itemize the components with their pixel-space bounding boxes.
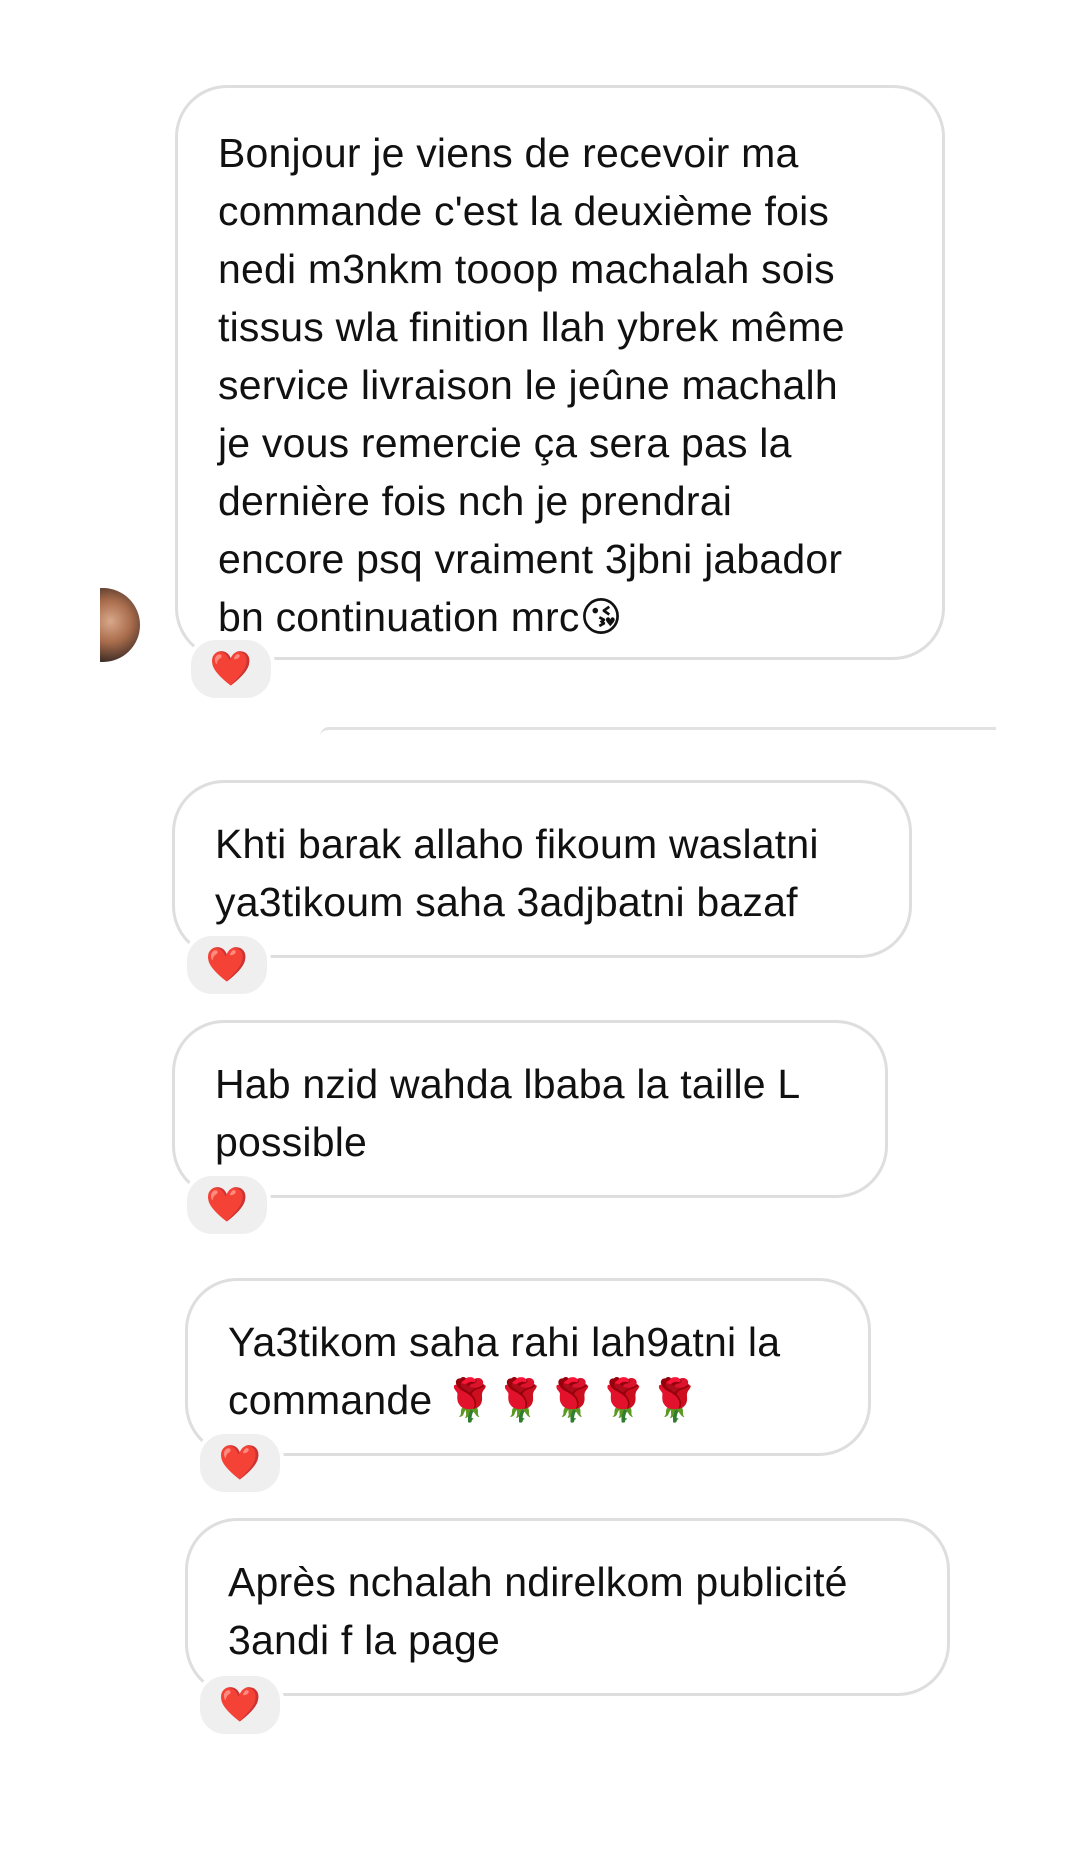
reaction-heart-5[interactable]: ❤️ xyxy=(196,1672,284,1738)
message-bubble-4[interactable]: Ya3tikom saha rahi lah9atni la commande … xyxy=(185,1278,871,1456)
heart-icon: ❤️ xyxy=(205,945,249,985)
reaction-heart-1[interactable]: ❤️ xyxy=(187,636,275,702)
heart-icon: ❤️ xyxy=(205,1185,249,1225)
reaction-heart-4[interactable]: ❤️ xyxy=(196,1430,284,1496)
reaction-heart-2[interactable]: ❤️ xyxy=(183,932,271,998)
reaction-heart-3[interactable]: ❤️ xyxy=(183,1172,271,1238)
heart-icon: ❤️ xyxy=(218,1443,262,1483)
conversation-divider xyxy=(320,727,996,736)
message-bubble-2[interactable]: Khti barak allaho fikoum waslatni ya3tik… xyxy=(172,780,912,958)
avatar-image xyxy=(100,588,140,662)
heart-icon: ❤️ xyxy=(209,649,253,689)
message-bubble-3[interactable]: Hab nzid wahda lbaba la taille L possibl… xyxy=(172,1020,888,1198)
sender-avatar[interactable] xyxy=(100,588,140,662)
message-bubble-5[interactable]: Après nchalah ndirelkom publicité 3andi … xyxy=(185,1518,950,1696)
message-bubble-1[interactable]: Bonjour je viens de recevoir ma commande… xyxy=(175,85,945,660)
heart-icon: ❤️ xyxy=(218,1685,262,1725)
